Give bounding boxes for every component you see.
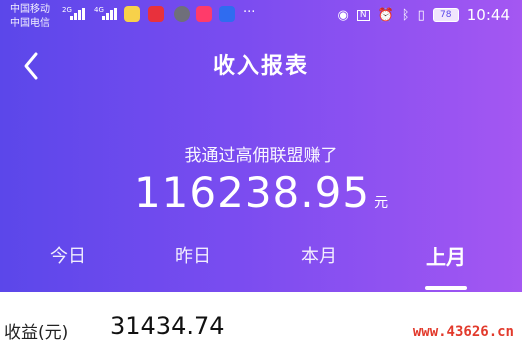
earnings-caption: 我通过高佣联盟赚了 bbox=[184, 146, 338, 166]
active-tab-indicator bbox=[425, 286, 467, 290]
amount-unit: 元 bbox=[374, 195, 389, 211]
tab-this-month[interactable]: 本月 bbox=[254, 242, 384, 268]
bluetooth-icon: ᛒ bbox=[401, 7, 410, 23]
carrier-labels: 中国移动 中国电信 bbox=[10, 3, 50, 31]
app-notification-icon bbox=[124, 6, 140, 22]
header-banner: 中国移动 中国电信 2G 4G ··· ◉ N ⏰ ᛒ ▯ 78 10:44 收… bbox=[0, 0, 522, 292]
app-notification-icon bbox=[174, 6, 190, 22]
total-amount: 116238.95 bbox=[133, 168, 371, 217]
nfc-icon: N bbox=[356, 9, 370, 21]
earnings-row: 收益(元) 31434.74 www.43626.cn bbox=[0, 292, 522, 356]
alarm-icon: ⏰ bbox=[377, 7, 394, 23]
tab-yesterday[interactable]: 昨日 bbox=[128, 242, 258, 268]
clock: 10:44 bbox=[466, 6, 510, 24]
baidu-icon bbox=[219, 6, 235, 22]
earnings-value: 31434.74 bbox=[110, 312, 225, 340]
signal-icon bbox=[102, 8, 120, 20]
carrier-2: 中国电信 bbox=[10, 18, 50, 29]
video-app-icon bbox=[196, 6, 212, 22]
more-notifications: ··· bbox=[243, 5, 256, 20]
earnings-label: 收益(元) bbox=[4, 323, 69, 343]
tab-today[interactable]: 今日 bbox=[3, 242, 133, 268]
page-title: 收入报表 bbox=[212, 54, 309, 79]
watermark: www.43626.cn bbox=[412, 324, 514, 340]
status-bar: 中国移动 中国电信 2G 4G ··· ◉ N ⏰ ᛒ ▯ 78 10:44 bbox=[0, 0, 522, 34]
eye-icon: ◉ bbox=[337, 7, 349, 23]
total-earnings: 116238.95 元 bbox=[0, 168, 522, 217]
vibrate-icon: ▯ bbox=[417, 7, 425, 23]
battery-icon: 78 bbox=[432, 8, 459, 22]
huawei-icon bbox=[148, 6, 164, 22]
period-tabs: 今日 昨日 本月 上月 bbox=[0, 242, 522, 292]
carrier-1: 中国移动 bbox=[10, 4, 50, 15]
signal-icon bbox=[70, 8, 88, 20]
tab-last-month[interactable]: 上月 bbox=[381, 241, 511, 270]
